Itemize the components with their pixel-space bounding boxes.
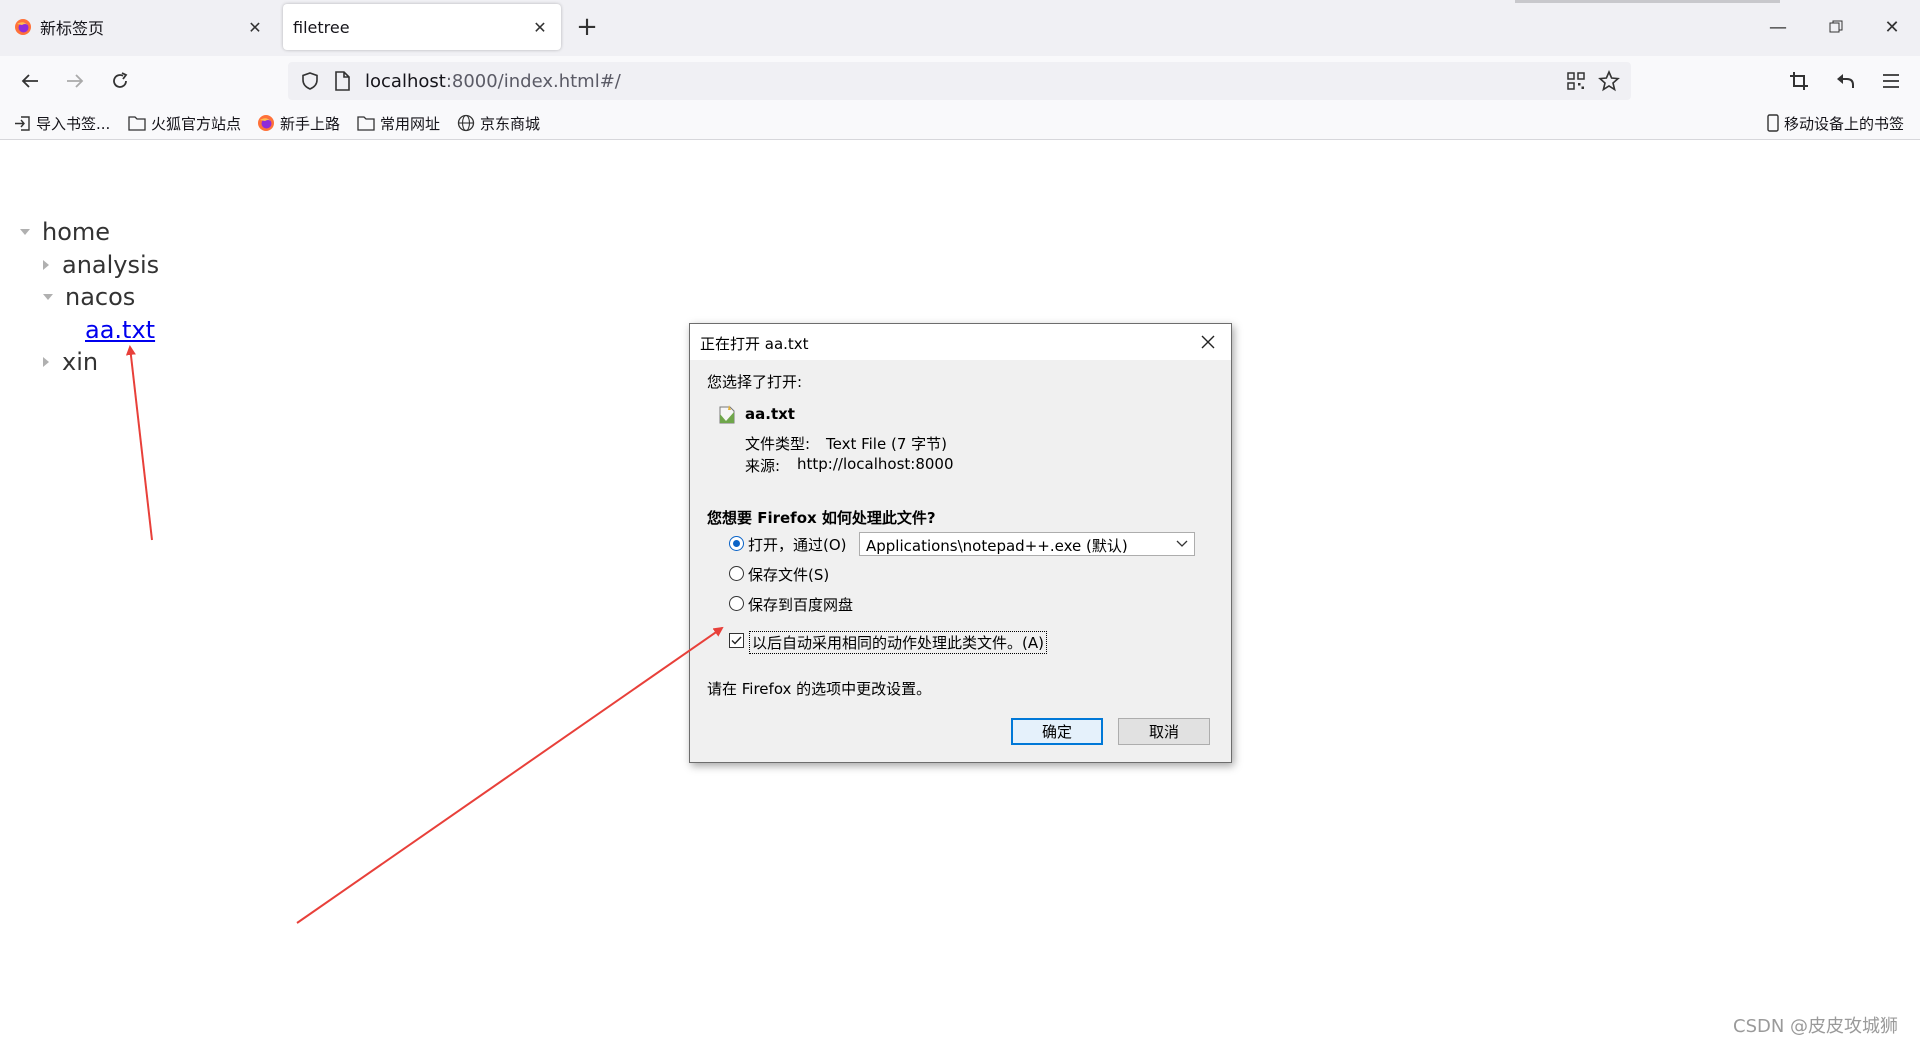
watermark: CSDN @皮皮攻城狮 [1733,1016,1899,1037]
annotation-arrows [125,345,724,924]
arrow-to-file-link [125,345,153,541]
arrow-to-checkbox [296,626,724,924]
